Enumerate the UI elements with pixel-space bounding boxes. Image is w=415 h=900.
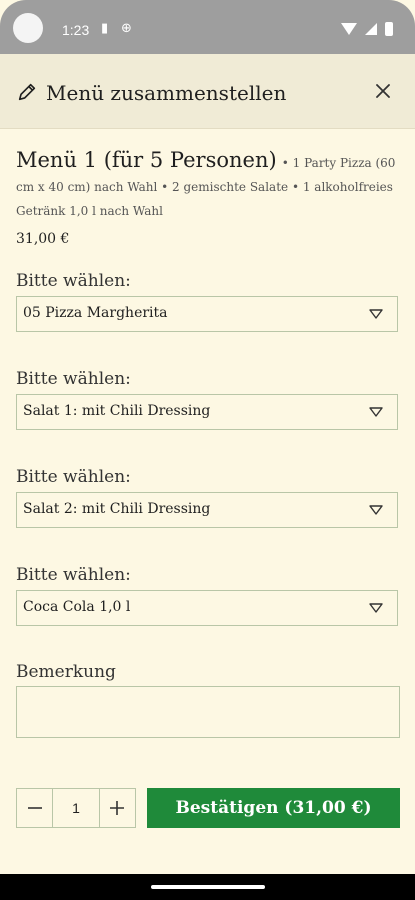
quantity-stepper: 1 [16,788,136,828]
chevron-down-icon [369,309,383,319]
plus-icon [110,801,125,815]
quantity-value[interactable]: 1 [52,789,100,827]
home-gesture-handle[interactable] [151,885,265,889]
status-bar: 1:23 ▮ ⊕ [0,0,415,54]
salad-2-select[interactable]: Salat 2: mit Chili Dressing [16,492,398,528]
menu-heading: Menü 1 (für 5 Personen) • 1 Party Pizza … [16,146,400,223]
dialog-title: Menü zusammenstellen [46,81,287,105]
menu-title: Menü 1 (für 5 Personen) [16,148,277,172]
chevron-down-icon [369,407,383,417]
status-icons [341,22,393,36]
remark-label: Bemerkung [16,662,116,682]
signal-icon [365,23,377,35]
minus-icon [27,807,42,809]
decrease-button[interactable] [17,789,52,827]
salad-1-select-value: Salat 1: mit Chili Dressing [23,403,211,419]
chevron-down-icon [369,505,383,515]
remark-textarea[interactable] [16,686,400,738]
choice-label-salad-1: Bitte wählen: [16,369,131,389]
menu-price: 31,00 € [16,231,70,247]
salad-1-select[interactable]: Salat 1: mit Chili Dressing [16,394,398,430]
choice-label-pizza: Bitte wählen: [16,271,131,291]
status-time: 1:23 [62,22,90,38]
pizza-select[interactable]: 05 Pizza Margherita [16,296,398,332]
drink-select[interactable]: Coca Cola 1,0 l [16,590,398,626]
sync-icon: ⊕ [121,21,132,36]
dialog-header: Menü zusammenstellen [0,54,415,129]
choice-label-drink: Bitte wählen: [16,565,131,585]
salad-2-select-value: Salat 2: mit Chili Dressing [23,501,211,517]
chevron-down-icon [369,603,383,613]
menu-info: Menü 1 (für 5 Personen) • 1 Party Pizza … [16,146,400,249]
close-icon[interactable] [373,81,393,101]
camera-cutout [13,13,43,43]
notification-icon: ▮ [101,21,109,36]
wifi-icon [341,23,357,35]
pencil-icon [18,83,36,101]
battery-icon [385,22,393,36]
navigation-bar [0,874,415,900]
pizza-select-value: 05 Pizza Margherita [23,305,168,321]
choice-label-salad-2: Bitte wählen: [16,467,131,487]
confirm-button[interactable]: Bestätigen (31,00 €) [147,788,400,828]
increase-button[interactable] [100,789,135,827]
drink-select-value: Coca Cola 1,0 l [23,599,131,615]
